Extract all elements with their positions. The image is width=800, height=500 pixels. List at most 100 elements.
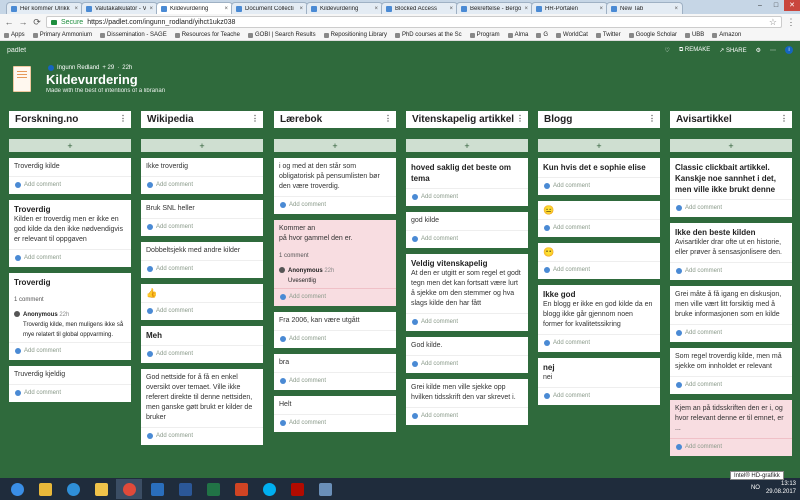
tab-close-icon[interactable]: × bbox=[524, 6, 528, 12]
padlet-logo[interactable]: padlet bbox=[7, 47, 26, 54]
bookmark-item[interactable]: Apps bbox=[4, 32, 25, 38]
post-card[interactable]: god kilde Add comment bbox=[406, 212, 528, 248]
post-card[interactable]: God nettside for å få en enkel oversikt … bbox=[141, 369, 263, 445]
browser-tab[interactable]: Her kommer Ulrikk × bbox=[6, 2, 83, 14]
column-menu-icon[interactable]: ⋮ bbox=[648, 114, 656, 123]
add-comment[interactable]: Add comment bbox=[670, 199, 792, 217]
taskbar-app-icon[interactable] bbox=[312, 479, 338, 499]
add-comment[interactable]: Add comment bbox=[141, 218, 263, 236]
add-comment[interactable]: Add comment bbox=[9, 384, 131, 402]
add-post-button[interactable]: + bbox=[274, 139, 396, 152]
add-comment[interactable]: Add comment bbox=[538, 261, 660, 279]
back-icon[interactable]: ← bbox=[4, 17, 14, 27]
add-comment[interactable]: Add comment bbox=[274, 330, 396, 348]
add-post-button[interactable]: + bbox=[538, 139, 660, 152]
tab-close-icon[interactable]: × bbox=[74, 6, 78, 12]
post-card[interactable]: Troverdig Kilden er troverdig men er ikke… bbox=[9, 200, 131, 267]
taskbar-explorer-icon[interactable] bbox=[32, 479, 58, 499]
remake-button[interactable]: ⧉ REMAKE bbox=[679, 47, 710, 54]
add-comment[interactable]: Add comment bbox=[538, 334, 660, 352]
add-comment[interactable]: Add comment bbox=[538, 387, 660, 405]
add-comment[interactable]: Add comment bbox=[274, 372, 396, 390]
bookmark-item[interactable]: Google Scholar bbox=[628, 32, 677, 38]
bookmark-item[interactable]: Alma bbox=[507, 32, 528, 38]
reload-icon[interactable]: ⟳ bbox=[32, 17, 42, 28]
post-card[interactable]: bra Add comment bbox=[274, 354, 396, 390]
browser-tab[interactable]: Kildevurdering × bbox=[306, 2, 383, 14]
taskbar-powerpoint-icon[interactable] bbox=[228, 479, 254, 499]
add-comment[interactable]: Add comment bbox=[406, 313, 528, 331]
maximize-icon[interactable]: □ bbox=[768, 0, 784, 11]
bookmark-item[interactable]: Twitter bbox=[595, 32, 621, 38]
bookmark-item[interactable]: Primary Ammonium bbox=[32, 32, 92, 38]
add-comment[interactable]: Add comment bbox=[141, 260, 263, 278]
add-comment[interactable]: Add comment bbox=[406, 188, 528, 206]
forward-icon[interactable]: → bbox=[18, 17, 28, 27]
browser-tab[interactable]: New Tab × bbox=[606, 2, 683, 14]
browser-tab[interactable]: Bekreftelse - Bergo × bbox=[456, 2, 533, 14]
post-card[interactable]: 😑 Add comment bbox=[538, 201, 660, 237]
taskbar-skype-icon[interactable] bbox=[256, 479, 282, 499]
url-bar[interactable]: Secure https://padlet.com/ingunn_rodland… bbox=[46, 16, 782, 28]
add-comment[interactable]: Add comment bbox=[406, 230, 528, 248]
post-card[interactable]: Kjem an på tidsskriften den er i, og hvo… bbox=[670, 400, 792, 456]
tab-close-icon[interactable]: × bbox=[599, 6, 603, 12]
column-menu-icon[interactable]: ⋮ bbox=[119, 114, 127, 123]
tab-close-icon[interactable]: × bbox=[674, 6, 678, 12]
tab-close-icon[interactable]: × bbox=[449, 6, 453, 12]
bookmark-star-icon[interactable]: ☆ bbox=[769, 17, 777, 28]
post-card[interactable]: God kilde. Add comment bbox=[406, 337, 528, 373]
taskbar-word-icon[interactable] bbox=[172, 479, 198, 499]
post-card[interactable]: Classic clickbait artikkel. Kanskje noe … bbox=[670, 158, 792, 217]
tab-close-icon[interactable]: × bbox=[224, 6, 228, 12]
column-menu-icon[interactable]: ⋮ bbox=[780, 114, 788, 123]
bookmark-item[interactable]: PhD courses at the Sc bbox=[394, 32, 462, 38]
bookmark-item[interactable]: Amazon bbox=[712, 32, 741, 38]
add-comment[interactable]: Add comment bbox=[141, 176, 263, 194]
add-comment[interactable]: Add comment bbox=[670, 262, 792, 280]
add-post-button[interactable]: + bbox=[670, 139, 792, 152]
browser-tab[interactable]: Valutakalkulator - V × bbox=[81, 2, 158, 14]
post-card[interactable]: i og med at den står som obligatorisk på… bbox=[274, 158, 396, 214]
add-comment[interactable]: Add comment bbox=[274, 196, 396, 214]
add-post-button[interactable]: + bbox=[9, 139, 131, 152]
add-comment[interactable]: Add comment bbox=[9, 176, 131, 194]
add-comment[interactable]: Add comment bbox=[670, 438, 792, 456]
add-comment[interactable]: Add comment bbox=[406, 355, 528, 373]
tab-close-icon[interactable]: × bbox=[374, 6, 378, 12]
bookmark-item[interactable]: Resources for Teache bbox=[174, 32, 240, 38]
bookmark-item[interactable]: Program bbox=[469, 32, 500, 38]
add-comment[interactable]: Add comment bbox=[670, 376, 792, 394]
post-card[interactable]: Ikke troverdig Add comment bbox=[141, 158, 263, 194]
heart-icon[interactable]: ♡ bbox=[665, 47, 670, 54]
bookmark-item[interactable]: Dissemination - SAGE bbox=[100, 32, 167, 38]
bookmark-item[interactable]: GOBI | Search Results bbox=[247, 32, 316, 38]
bookmark-item[interactable]: WorldCat bbox=[556, 32, 588, 38]
post-card[interactable]: 👍 Add comment bbox=[141, 284, 263, 320]
bookmark-item[interactable]: Repositioning Library bbox=[323, 32, 387, 38]
post-card[interactable]: Fra 2006, kan være utgått Add comment bbox=[274, 312, 396, 348]
post-card[interactable]: Grei måte å få igang en diskusjon, men v… bbox=[670, 286, 792, 342]
start-button[interactable] bbox=[4, 479, 30, 499]
column-menu-icon[interactable]: ⋮ bbox=[516, 114, 524, 123]
add-comment[interactable]: Add comment bbox=[141, 345, 263, 363]
post-card[interactable]: Troverdig 1 comment Anonymous 22h Troverdig… bbox=[9, 273, 131, 360]
share-button[interactable]: ↗ SHARE bbox=[719, 47, 746, 54]
post-card[interactable]: Helt Add comment bbox=[274, 396, 396, 432]
add-comment[interactable]: Add comment bbox=[141, 302, 263, 320]
tab-close-icon[interactable]: × bbox=[299, 6, 303, 12]
post-card[interactable]: Ikke den beste kilden Avisartikler drar o… bbox=[670, 223, 792, 280]
bookmark-item[interactable]: G bbox=[536, 32, 548, 38]
post-card[interactable]: Kommer an på hvor gammel den er. 1 commen… bbox=[274, 220, 396, 306]
taskbar-ie-icon[interactable] bbox=[60, 479, 86, 499]
add-post-button[interactable]: + bbox=[141, 139, 263, 152]
post-card[interactable]: hoved saklig det beste om tema Add commen… bbox=[406, 158, 528, 206]
post-card[interactable]: Truverdig kjeldig Add comment bbox=[9, 366, 131, 402]
tab-close-icon[interactable]: × bbox=[149, 6, 153, 12]
taskbar-acrobat-icon[interactable] bbox=[284, 479, 310, 499]
post-card[interactable]: Grei kilde men ville sjekke opp hvilken … bbox=[406, 379, 528, 425]
taskbar-excel-icon[interactable] bbox=[200, 479, 226, 499]
add-comment[interactable]: Add comment bbox=[538, 219, 660, 237]
post-card[interactable]: Dobbeltsjekk med andre kilder Add comment bbox=[141, 242, 263, 278]
post-card[interactable]: Troverdig kilde Add comment bbox=[9, 158, 131, 194]
